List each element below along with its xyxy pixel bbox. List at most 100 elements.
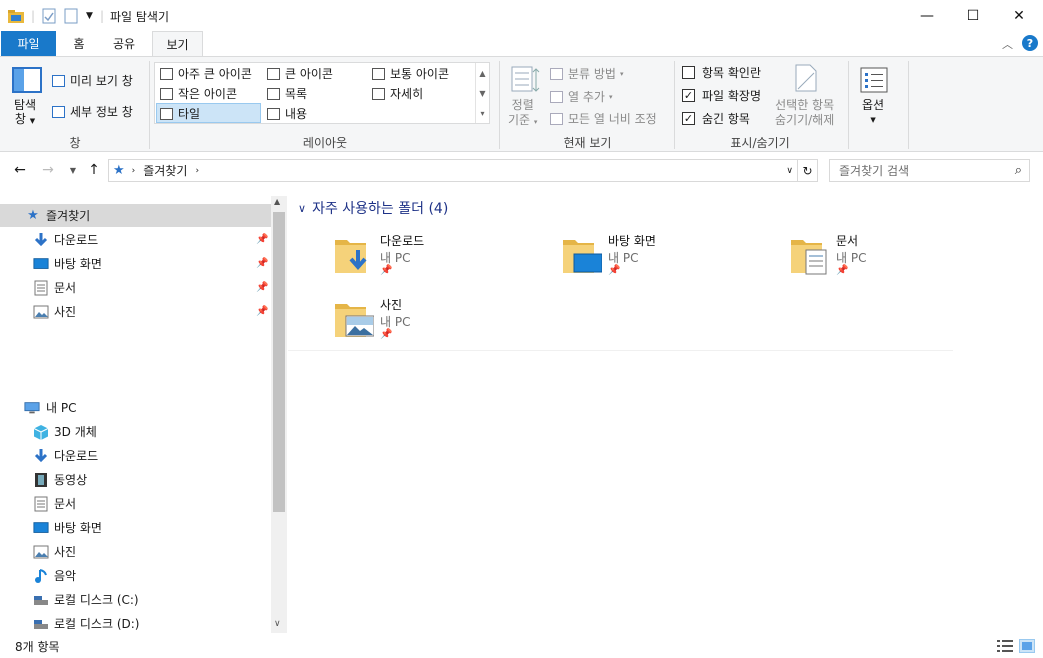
quick-access-dropdown-icon[interactable]: ▼ (86, 7, 93, 25)
layout-details[interactable]: 자세히 (372, 85, 423, 102)
hidden-items-checkbox[interactable]: ✓ (682, 112, 695, 125)
layout-gallery-scroll[interactable]: ▲ ▼ ▾ (475, 63, 489, 123)
recent-locations-icon[interactable]: ▼ (62, 160, 84, 180)
tile-location: 내 PC (608, 251, 639, 265)
layout-content[interactable]: 내용 (267, 105, 307, 122)
preview-pane-button[interactable]: 미리 보기 창 (52, 72, 133, 89)
pin-icon[interactable]: 📌 (256, 258, 268, 269)
large-icons-view-icon[interactable] (1019, 639, 1035, 653)
up-arrow-icon[interactable]: ↑ (83, 160, 105, 180)
tab-view[interactable]: 보기 (152, 31, 203, 57)
layout-tiles[interactable]: 타일 (160, 105, 200, 122)
layout-extra-large-icons[interactable]: 아주 큰 아이콘 (160, 65, 252, 82)
folder-tile[interactable]: 다운로드 내 PC 📌 (334, 232, 554, 288)
nav-item-pc[interactable]: 사진 (0, 540, 271, 563)
folder-icon (790, 236, 830, 275)
nav-item-pc[interactable]: 로컬 디스크 (C:) (0, 588, 271, 611)
nav-item-label: 음악 (54, 569, 77, 583)
size-columns-icon (550, 112, 563, 125)
layout-large-icons[interactable]: 큰 아이콘 (267, 65, 333, 82)
folder-app-icon (8, 7, 24, 25)
gallery-down-icon[interactable]: ▼ (479, 89, 485, 98)
pin-icon[interactable]: 📌 (256, 282, 268, 293)
extra-large-icons-icon (160, 67, 173, 80)
nav-item-pinned[interactable]: 다운로드 📌 (0, 228, 271, 251)
pin-icon[interactable]: 📌 (256, 306, 268, 317)
nav-item-pc[interactable]: 문서 (0, 492, 271, 515)
nav-item-pinned[interactable]: 바탕 화면 📌 (0, 252, 271, 275)
breadcrumb-quick-access[interactable]: 즐겨찾기 (143, 162, 187, 179)
nav-item-pc[interactable]: 동영상 (0, 468, 271, 491)
nav-item-quick-access[interactable]: ★ 즐겨찾기 (0, 204, 271, 227)
minimize-button[interactable]: — (904, 0, 950, 31)
file-extensions-checkbox[interactable]: ✓ (682, 89, 695, 102)
search-icon[interactable]: ⌕ (1015, 163, 1022, 178)
nav-scrollbar-thumb[interactable] (273, 212, 285, 512)
sort-by-icon (511, 65, 541, 95)
tab-file[interactable]: 파일 (1, 31, 56, 56)
forward-arrow-icon[interactable]: → (37, 160, 59, 180)
pin-icon[interactable]: 📌 (256, 234, 268, 245)
nav-scrollbar[interactable]: ▲ ∨ (271, 196, 287, 633)
folder-tile[interactable]: 바탕 화면 내 PC 📌 (562, 232, 782, 288)
nav-item-pc[interactable]: 바탕 화면 (0, 516, 271, 539)
layout-small-icons[interactable]: 작은 아이콘 (160, 85, 237, 102)
tile-name: 문서 (836, 234, 859, 248)
tab-share[interactable]: 공유 (102, 31, 146, 56)
collapse-ribbon-icon[interactable]: ︿ (1002, 36, 1013, 52)
nav-item-pc[interactable]: 로컬 디스크 (D:) (0, 612, 271, 635)
navigation-pane-icon[interactable] (12, 67, 42, 93)
sort-by-button[interactable]: 정렬 기준 ▾ (508, 98, 537, 130)
address-bar[interactable]: ★ › 즐겨찾기 › ∨ ↻ (108, 159, 818, 182)
breadcrumb-chevron-icon[interactable]: › (195, 166, 199, 176)
nav-item-this-pc[interactable]: 내 PC (0, 396, 271, 419)
options-button[interactable]: 옵션 ▼ (862, 98, 884, 128)
folder-tile[interactable]: 문서 내 PC 📌 (790, 232, 1010, 288)
desktop-icon (33, 520, 49, 536)
hidden-items-toggle[interactable]: ✓ 숨긴 항목 (682, 110, 750, 127)
pictures-icon (33, 304, 49, 320)
folder-tile[interactable]: 사진 내 PC 📌 (334, 296, 554, 352)
back-arrow-icon[interactable]: ← (9, 160, 31, 180)
close-button[interactable]: ✕ (996, 0, 1042, 31)
scroll-down-icon[interactable]: ∨ (274, 619, 281, 629)
layout-medium-icons[interactable]: 보통 아이콘 (372, 65, 449, 82)
breadcrumb-chevron-icon[interactable]: › (132, 166, 136, 176)
new-folder-icon[interactable] (64, 7, 78, 25)
nav-item-label: 내 PC (46, 401, 77, 415)
layout-list[interactable]: 목록 (267, 85, 307, 102)
address-dropdown-icon[interactable]: ∨ (786, 166, 793, 176)
item-count: 8개 항목 (15, 639, 60, 654)
collapse-chevron-icon[interactable]: ∨ (298, 202, 306, 215)
tab-home[interactable]: 홈 (58, 31, 100, 56)
search-input[interactable]: 즐겨찾기 검색 ⌕ (829, 159, 1030, 182)
folder-icon (334, 300, 375, 337)
nav-item-pc[interactable]: 다운로드 (0, 444, 271, 467)
details-pane-button[interactable]: 세부 정보 창 (52, 103, 133, 120)
gallery-up-icon[interactable]: ▲ (479, 69, 485, 78)
download-icon (33, 448, 49, 464)
item-check-boxes-toggle[interactable]: 항목 확인란 (682, 64, 761, 81)
title-bar: | ▼ | 파일 탐색기 — ☐ ✕ (0, 0, 1043, 31)
navigation-pane-button[interactable]: 탐색 창 ▼ (14, 98, 36, 128)
group-by-button[interactable]: 분류 방법 ▾ (550, 65, 624, 82)
scroll-up-icon[interactable]: ▲ (274, 197, 280, 206)
folder-icon (334, 236, 374, 273)
hide-selected-button[interactable]: 선택한 항목 숨기기/해제 (775, 98, 834, 128)
maximize-button[interactable]: ☐ (950, 0, 996, 31)
details-view-icon[interactable] (997, 639, 1013, 653)
properties-icon[interactable] (42, 7, 56, 25)
refresh-icon[interactable]: ↻ (797, 160, 817, 181)
status-bar: 8개 항목 (0, 634, 1043, 658)
frequent-folders-group-header[interactable]: ∨ 자주 사용하는 폴더 (4) (298, 198, 448, 218)
item-check-boxes-checkbox[interactable] (682, 66, 695, 79)
size-all-columns-button[interactable]: 모든 열 너비 조정 (550, 110, 657, 127)
nav-item-pc[interactable]: 음악 (0, 564, 271, 587)
nav-item-pinned[interactable]: 사진 📌 (0, 300, 271, 323)
gallery-more-icon[interactable]: ▾ (480, 109, 484, 118)
nav-item-pinned[interactable]: 문서 📌 (0, 276, 271, 299)
add-columns-button[interactable]: 열 추가 ▾ (550, 88, 612, 105)
nav-item-pc[interactable]: 3D 개체 (0, 420, 271, 443)
file-extensions-toggle[interactable]: ✓ 파일 확장명 (682, 87, 761, 104)
help-icon[interactable]: ? (1022, 35, 1038, 51)
